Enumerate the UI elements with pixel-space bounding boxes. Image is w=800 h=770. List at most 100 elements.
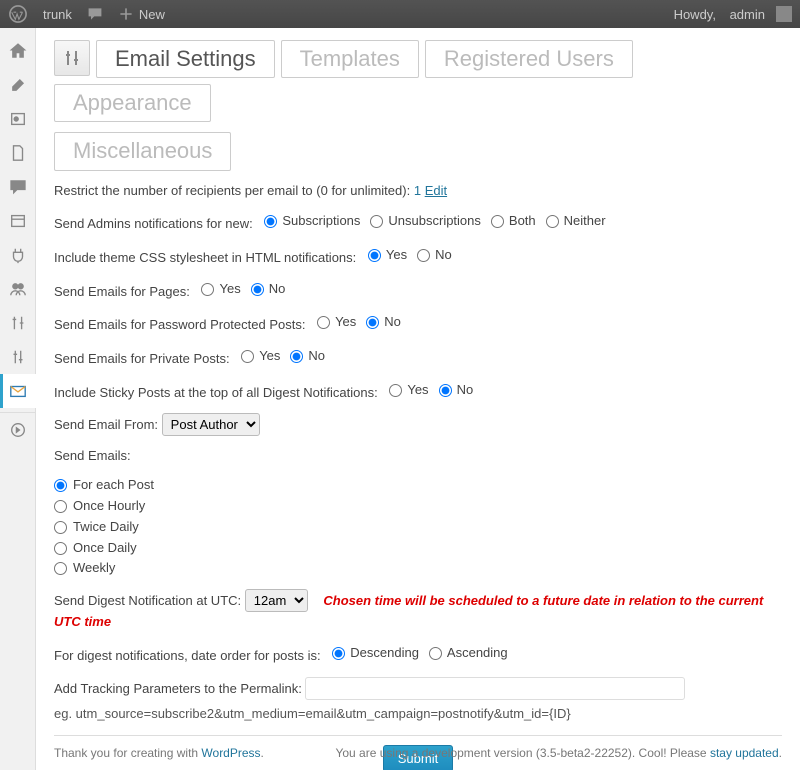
radio-pages-no-label: No <box>269 279 286 300</box>
sidebar-settings[interactable] <box>0 340 36 374</box>
avatar-icon <box>776 6 792 22</box>
wordpress-logo-icon[interactable] <box>8 4 28 24</box>
admin-notify-label: Send Admins notifications for new: <box>54 216 253 231</box>
radio-pwd-no[interactable] <box>366 316 379 329</box>
sidebar-subscribe2[interactable] <box>0 374 36 408</box>
site-name-link[interactable]: trunk <box>43 7 72 22</box>
tab-templates[interactable]: Templates <box>281 40 419 78</box>
sidebar-pages[interactable] <box>0 136 36 170</box>
radio-freq-each[interactable] <box>54 479 67 492</box>
footer-dev-prefix: You are using a development version (3.5… <box>335 746 709 760</box>
tab-registered-users[interactable]: Registered Users <box>425 40 633 78</box>
sidebar-tools[interactable] <box>0 306 36 340</box>
digest-time-row: Send Digest Notification at UTC: 12am Ch… <box>54 589 782 633</box>
howdy-prefix: Howdy, <box>674 7 716 22</box>
footer-left: Thank you for creating with WordPress. <box>54 746 264 760</box>
pages-label: Send Emails for Pages: <box>54 284 190 299</box>
sidebar-media[interactable] <box>0 102 36 136</box>
radio-descending-label: Descending <box>350 643 419 664</box>
admin-sidebar <box>0 28 36 770</box>
sidebar-posts[interactable] <box>0 68 36 102</box>
sidebar-dashboard[interactable] <box>0 34 36 68</box>
radio-priv-yes-label: Yes <box>259 346 280 367</box>
settings-sliders-icon <box>54 40 90 76</box>
pwd-posts-row: Send Emails for Password Protected Posts… <box>54 312 782 336</box>
radio-pwd-yes[interactable] <box>317 316 330 329</box>
tracking-example: eg. utm_source=subscribe2&utm_medium=ema… <box>54 704 782 725</box>
footer-thanks-prefix: Thank you for creating with <box>54 746 201 760</box>
wordpress-link[interactable]: WordPress <box>201 746 260 760</box>
sticky-label: Include Sticky Posts at the top of all D… <box>54 385 378 400</box>
radio-freq-each-label: For each Post <box>73 475 154 496</box>
css-label: Include theme CSS stylesheet in HTML not… <box>54 250 356 265</box>
tracking-label: Add Tracking Parameters to the Permalink… <box>54 681 302 696</box>
radio-subscriptions[interactable] <box>264 215 277 228</box>
radio-unsubscriptions-label: Unsubscriptions <box>388 211 481 232</box>
comments-bubble-icon[interactable] <box>87 6 103 22</box>
sticky-row: Include Sticky Posts at the top of all D… <box>54 380 782 404</box>
radio-freq-twice[interactable] <box>54 521 67 534</box>
radio-css-no-label: No <box>435 245 452 266</box>
radio-pages-no[interactable] <box>251 283 264 296</box>
new-label: New <box>139 7 165 22</box>
css-row: Include theme CSS stylesheet in HTML not… <box>54 245 782 269</box>
radio-priv-no[interactable] <box>290 350 303 363</box>
radio-ascending-label: Ascending <box>447 643 508 664</box>
settings-form: Restrict the number of recipients per em… <box>54 181 782 770</box>
pages-row: Send Emails for Pages: Yes No <box>54 279 782 303</box>
restrict-value: 1 <box>414 183 421 198</box>
footer-right: You are using a development version (3.5… <box>335 746 782 760</box>
admin-notify-row: Send Admins notifications for new: Subsc… <box>54 211 782 235</box>
radio-both[interactable] <box>491 215 504 228</box>
tab-miscellaneous[interactable]: Miscellaneous <box>54 132 231 170</box>
sidebar-users[interactable] <box>0 272 36 306</box>
stay-updated-link[interactable]: stay updated <box>710 746 779 760</box>
radio-sticky-yes[interactable] <box>389 384 402 397</box>
send-from-row: Send Email From: Post Author <box>54 413 782 436</box>
digest-time-label: Send Digest Notification at UTC: <box>54 593 241 608</box>
howdy-account[interactable]: Howdy, admin <box>674 6 792 22</box>
radio-sticky-no[interactable] <box>439 384 452 397</box>
send-from-label: Send Email From: <box>54 417 158 432</box>
tabs-row-1: Email Settings Templates Registered User… <box>54 40 782 122</box>
footer-dev-suffix: . <box>779 746 782 760</box>
sidebar-collapse[interactable] <box>0 412 36 446</box>
radio-freq-weekly[interactable] <box>54 562 67 575</box>
sidebar-plugins[interactable] <box>0 238 36 272</box>
private-posts-row: Send Emails for Private Posts: Yes No <box>54 346 782 370</box>
radio-freq-hourly[interactable] <box>54 500 67 513</box>
radio-sticky-yes-label: Yes <box>407 380 428 401</box>
sidebar-comments[interactable] <box>0 170 36 204</box>
tab-appearance[interactable]: Appearance <box>54 84 211 122</box>
radio-freq-hourly-label: Once Hourly <box>73 496 145 517</box>
radio-pwd-yes-label: Yes <box>335 312 356 333</box>
radio-both-label: Both <box>509 211 536 232</box>
edit-link[interactable]: Edit <box>425 183 447 198</box>
radio-freq-twice-label: Twice Daily <box>73 517 139 538</box>
radio-css-no[interactable] <box>417 249 430 262</box>
radio-subscriptions-label: Subscriptions <box>282 211 360 232</box>
admin-bar: trunk New Howdy, admin <box>0 0 800 28</box>
send-from-select[interactable]: Post Author <box>162 413 260 436</box>
radio-neither[interactable] <box>546 215 559 228</box>
radio-priv-yes[interactable] <box>241 350 254 363</box>
radio-freq-daily[interactable] <box>54 542 67 555</box>
howdy-username: admin <box>730 7 765 22</box>
radio-unsubscriptions[interactable] <box>370 215 383 228</box>
restrict-recipients-row: Restrict the number of recipients per em… <box>54 181 782 202</box>
tab-email-settings[interactable]: Email Settings <box>96 40 275 78</box>
tracking-input[interactable] <box>305 677 685 700</box>
sidebar-appearance[interactable] <box>0 204 36 238</box>
date-order-row: For digest notifications, date order for… <box>54 643 782 667</box>
radio-ascending[interactable] <box>429 647 442 660</box>
radio-descending[interactable] <box>332 647 345 660</box>
digest-time-select[interactable]: 12am <box>245 589 308 612</box>
radio-css-yes[interactable] <box>368 249 381 262</box>
footer: Thank you for creating with WordPress. Y… <box>54 735 782 760</box>
new-content-link[interactable]: New <box>118 6 165 22</box>
footer-thanks-suffix: . <box>261 746 264 760</box>
radio-freq-weekly-label: Weekly <box>73 558 115 579</box>
date-order-label: For digest notifications, date order for… <box>54 648 321 663</box>
radio-freq-daily-label: Once Daily <box>73 538 137 559</box>
radio-pages-yes[interactable] <box>201 283 214 296</box>
